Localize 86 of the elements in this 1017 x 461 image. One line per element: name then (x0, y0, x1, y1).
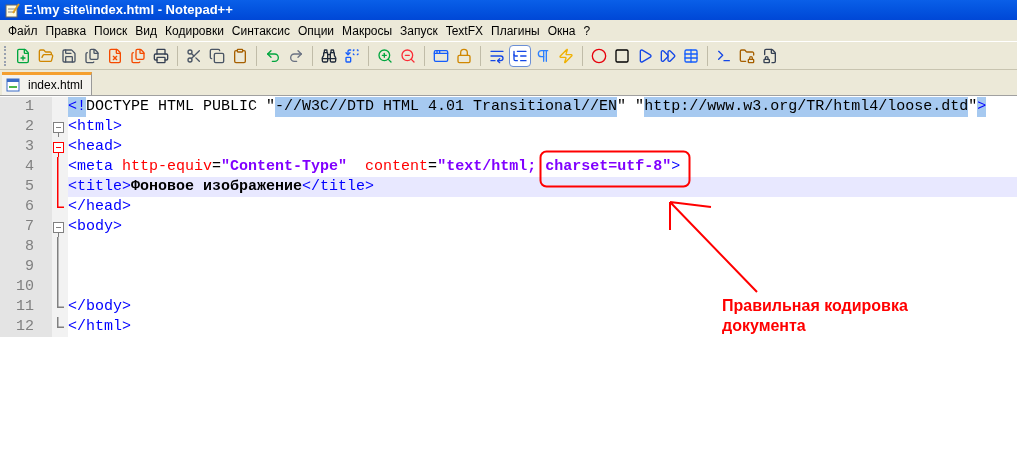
line-number: 12 (0, 317, 52, 337)
folder-icon (38, 47, 54, 64)
line-number: 9 (0, 257, 52, 277)
code-token: <! (68, 97, 86, 117)
new-file-icon (15, 47, 31, 64)
code-token: " " (617, 97, 645, 117)
lightning-icon (558, 47, 574, 64)
code-token: "Content-Type" (221, 157, 348, 177)
code-token: Фоновое изображение (131, 177, 303, 197)
record-icon (591, 47, 607, 64)
play-icon (637, 47, 653, 64)
folder-lock-icon (739, 47, 755, 64)
replace-icon (344, 47, 360, 64)
code-token: http://www.w3.org/TR/html4/loose.dtd (644, 97, 969, 117)
menu-item[interactable]: Поиск (90, 21, 132, 40)
line-number: 8 (0, 237, 52, 257)
files-icon (84, 47, 100, 64)
fold-box-icon[interactable] (53, 142, 64, 157)
code-token: > (671, 157, 681, 177)
code-token: http-equiv (121, 157, 213, 177)
code-token: "text/html; charset=utf-8" (437, 157, 672, 177)
code-token: = (428, 157, 438, 177)
line-number: 1 (0, 97, 52, 117)
binoculars-icon (321, 47, 337, 64)
line-number: 3 (0, 137, 52, 157)
line-number: 10 (0, 277, 52, 297)
close-file-icon (107, 47, 123, 64)
code-token: </body> (68, 297, 131, 317)
line-number: 6 (0, 197, 52, 217)
window-icon (433, 47, 449, 64)
line-number: 5 (0, 177, 52, 197)
menu-item[interactable]: Запуск (396, 21, 442, 40)
fast-forward-icon (660, 47, 676, 64)
line-number: 11 (0, 297, 52, 317)
menu-item[interactable]: Макросы (338, 21, 397, 40)
save-icon (61, 47, 77, 64)
menu-item[interactable]: Синтаксис (227, 21, 294, 40)
clipboard-icon (232, 47, 248, 64)
toolbar-button[interactable] (509, 44, 531, 67)
printer-icon (153, 47, 169, 64)
stop-icon (614, 47, 630, 64)
zoom-out-icon (400, 47, 416, 64)
notepad-icon (4, 2, 20, 18)
undo-icon (265, 47, 281, 64)
line-number: 4 (0, 157, 52, 177)
tab-label: index.html (28, 77, 83, 94)
scissors-icon (186, 47, 202, 64)
code-token: = (212, 157, 222, 177)
code-token: <head> (68, 137, 122, 157)
line-number: 7 (0, 217, 52, 237)
code-token: content (364, 157, 429, 177)
pilcrow-icon (535, 47, 551, 64)
menu-item[interactable]: Файл (4, 21, 42, 40)
line-number: 2 (0, 117, 52, 137)
code-token: DOCTYPE HTML PUBLIC " (86, 97, 276, 117)
table-icon (683, 47, 699, 64)
annotation-text: Правильная кодировка документа (722, 296, 909, 336)
code-token: </head> (68, 197, 131, 217)
menu-item[interactable]: Плагины (487, 21, 544, 40)
code-token: <meta (68, 157, 113, 177)
window-title: E:\my site\index.html - Notepad++ (24, 1, 233, 20)
code-token: </html> (68, 317, 131, 337)
menu-item[interactable]: ? (579, 21, 595, 40)
file-icon (6, 78, 20, 92)
code-token: <html> (68, 117, 122, 137)
menu-item[interactable]: Вид (131, 21, 162, 40)
fold-box-icon[interactable] (53, 122, 64, 137)
code-token: <title> (68, 177, 131, 197)
code-token: > (977, 97, 987, 117)
code-token: <body> (68, 217, 122, 237)
fold-box-icon[interactable] (53, 222, 64, 237)
lock-icon (456, 47, 472, 64)
zoom-in-icon (377, 47, 393, 64)
copy-icon (209, 47, 225, 64)
code-token: -//W3C//DTD HTML 4.01 Transitional//EN (275, 97, 618, 117)
redo-icon (288, 47, 304, 64)
menu-item[interactable]: TextFX (441, 21, 487, 40)
file-tab[interactable]: index.html (2, 72, 92, 95)
code-token: </title> (302, 177, 375, 197)
menu-item[interactable]: Кодировки (161, 21, 228, 40)
files-icon (130, 47, 146, 64)
menu-item[interactable]: Окна (543, 21, 580, 40)
menu-item[interactable]: Опции (293, 21, 339, 40)
file-lock-icon (762, 47, 778, 64)
menu-item[interactable]: Правка (41, 21, 91, 40)
code-token: " (968, 97, 978, 117)
